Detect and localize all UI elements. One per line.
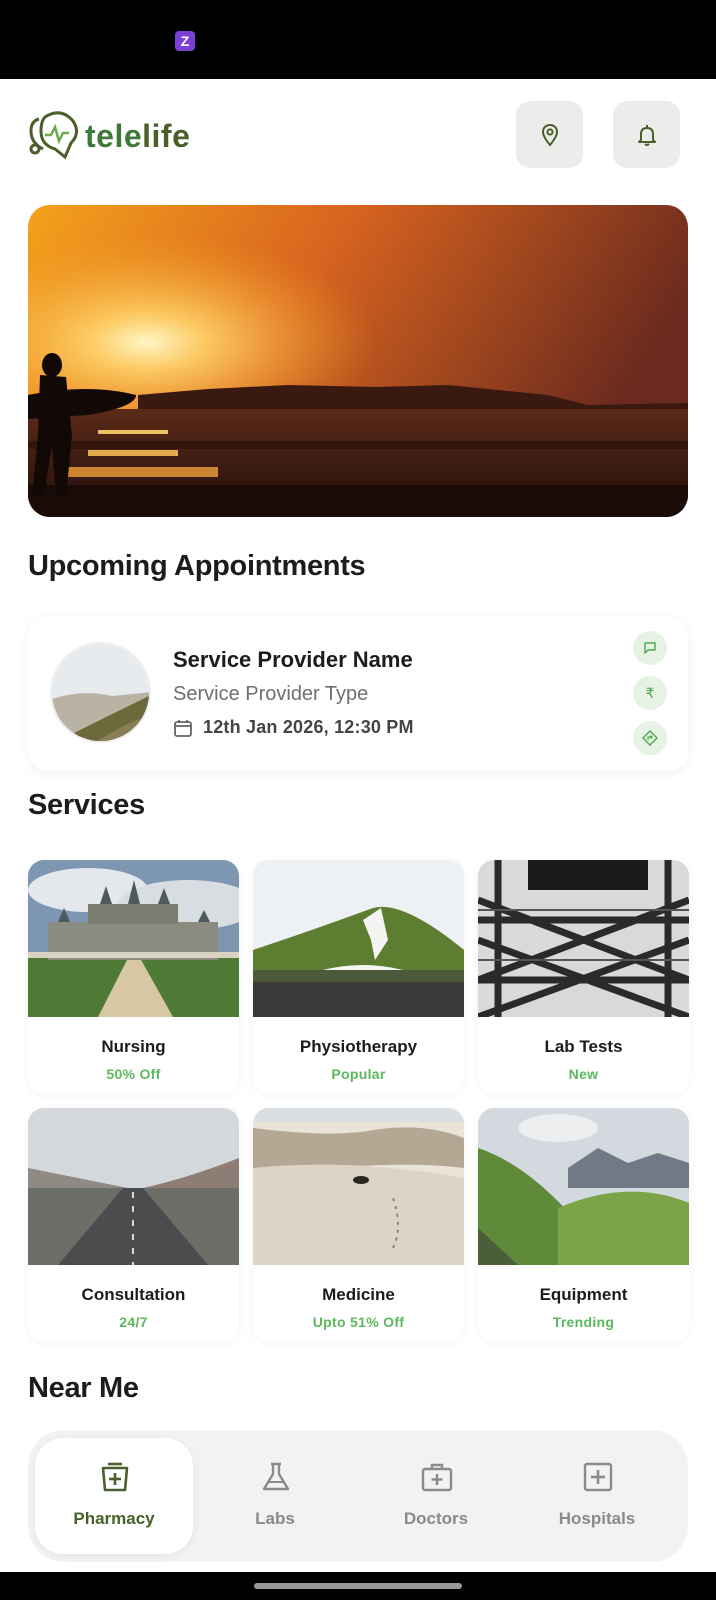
service-image xyxy=(253,1108,464,1265)
service-card-physiotherapy[interactable]: Physiotherapy Popular xyxy=(253,860,464,1093)
flask-icon xyxy=(262,1462,290,1491)
tab-label: Hospitals xyxy=(558,1509,636,1528)
telelife-logo: telelife xyxy=(27,109,197,163)
chat-icon xyxy=(644,642,656,654)
calendar-icon xyxy=(174,719,192,737)
medical-bag-icon xyxy=(421,1463,453,1492)
location-pin-icon xyxy=(541,123,558,147)
promo-banner[interactable] xyxy=(28,205,688,517)
bell-icon xyxy=(637,124,656,146)
provider-type: Service Provider Type xyxy=(173,683,369,705)
stethoscope-heart-icon xyxy=(29,111,78,160)
tab-label: Doctors xyxy=(403,1509,469,1528)
service-tag: Popular xyxy=(331,1066,386,1082)
service-name: Physiotherapy xyxy=(299,1037,418,1056)
appointment-datetime: 12th Jan 2026, 12:30 PM xyxy=(173,717,414,738)
chat-button[interactable] xyxy=(633,631,667,665)
tab-labs[interactable]: Labs xyxy=(196,1438,354,1554)
home-gesture-handle[interactable] xyxy=(254,1583,462,1589)
service-name: Consultation xyxy=(81,1285,186,1304)
notification-button[interactable] xyxy=(613,101,680,168)
tab-hospitals[interactable]: Hospitals xyxy=(518,1438,676,1554)
service-tag: Upto 51% Off xyxy=(312,1314,405,1330)
service-card-nursing[interactable]: Nursing 50% Off xyxy=(28,860,239,1093)
sunset-surfer-image xyxy=(28,205,688,517)
service-tag: 50% Off xyxy=(106,1066,161,1082)
service-image xyxy=(253,860,464,1017)
service-image xyxy=(478,1108,689,1265)
directions-button[interactable] xyxy=(633,721,667,755)
payment-button[interactable]: ₹ xyxy=(633,676,667,710)
service-tag: New xyxy=(568,1066,599,1082)
tab-label: Pharmacy xyxy=(73,1509,155,1528)
pharmacy-icon xyxy=(101,1462,129,1492)
service-card-lab-tests[interactable]: Lab Tests New xyxy=(478,860,689,1093)
service-name: Nursing xyxy=(101,1037,166,1056)
phone-screen: Z telelife Upcoming Appointments Service… xyxy=(0,0,716,1600)
services-title: Services xyxy=(28,789,145,821)
appointment-date: 12th Jan 2026, 12:30 PM xyxy=(203,717,414,737)
service-image xyxy=(478,860,689,1017)
tab-label: Labs xyxy=(255,1509,295,1528)
system-navigation-bar xyxy=(0,1572,716,1600)
app-content: telelife Upcoming Appointments Service P… xyxy=(0,79,716,1572)
service-card-consultation[interactable]: Consultation 24/7 xyxy=(28,1108,239,1341)
notification-badge: Z xyxy=(175,31,195,51)
service-name: Lab Tests xyxy=(544,1037,623,1056)
near-me-title: Near Me xyxy=(28,1372,139,1404)
service-card-medicine[interactable]: Medicine Upto 51% Off xyxy=(253,1108,464,1341)
rupee-icon: ₹ xyxy=(645,684,655,701)
service-card-equipment[interactable]: Equipment Trending xyxy=(478,1108,689,1341)
tab-doctors[interactable]: Doctors xyxy=(357,1438,515,1554)
service-tag: Trending xyxy=(552,1314,615,1330)
service-name: Medicine xyxy=(322,1285,395,1304)
tab-pharmacy[interactable]: Pharmacy xyxy=(35,1438,193,1554)
provider-avatar xyxy=(50,642,151,743)
service-image xyxy=(28,1108,239,1265)
service-image xyxy=(28,860,239,1017)
provider-name: Service Provider Name xyxy=(173,647,413,672)
service-name: Equipment xyxy=(539,1285,628,1304)
service-tag: 24/7 xyxy=(119,1314,148,1330)
near-me-category-tabs: Pharmacy Labs Doctors Hospitals xyxy=(28,1430,688,1562)
directions-icon xyxy=(642,730,658,746)
location-button[interactable] xyxy=(516,101,583,168)
hospital-cross-icon xyxy=(583,1462,613,1492)
appointments-title: Upcoming Appointments xyxy=(28,550,366,582)
status-bar: Z xyxy=(0,0,716,79)
logo-wordmark: telelife xyxy=(85,117,191,154)
appointment-card[interactable]: Service Provider Name Service Provider T… xyxy=(28,617,688,771)
